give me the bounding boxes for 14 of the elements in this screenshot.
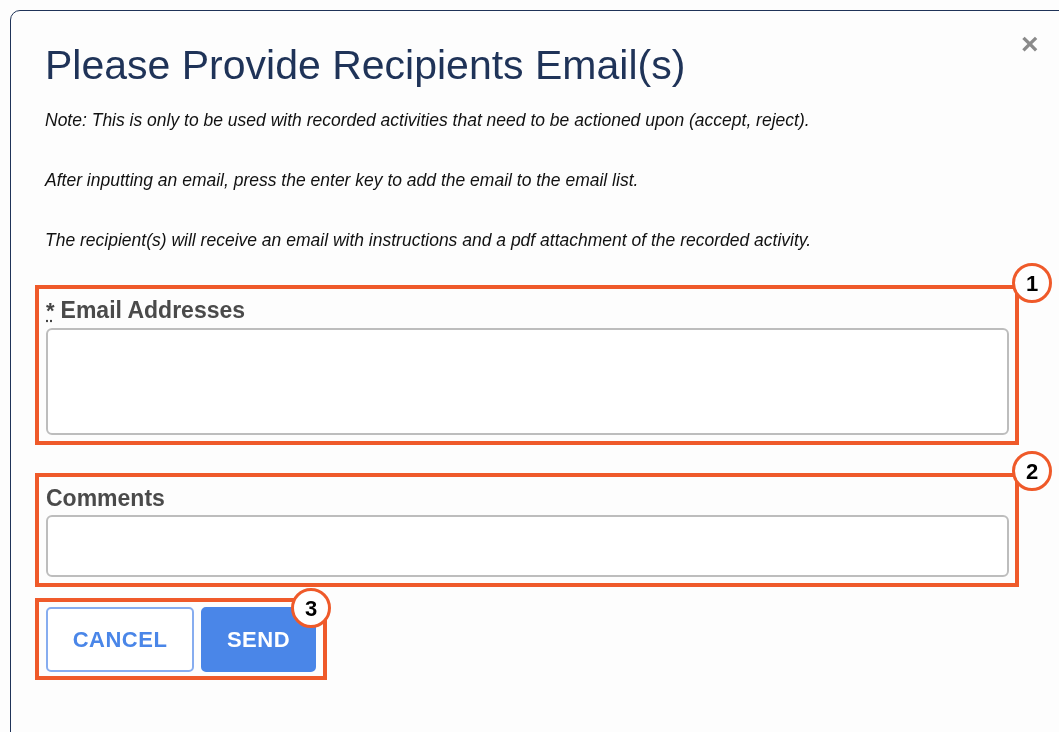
required-asterisk: *: [46, 297, 55, 325]
comments-field[interactable]: [46, 515, 1009, 577]
cancel-button[interactable]: CANCEL: [46, 607, 194, 672]
note-text: The recipient(s) will receive an email with instructions and a pdf attachment of the recorded activity.: [45, 229, 812, 251]
callout-badge: 2: [1012, 451, 1052, 491]
dialog-title: Please Provide Recipients Email(s): [45, 41, 686, 89]
note-text: Note: This is only to be used with recorded activities that need to be actioned upon (accept, reject).: [45, 109, 810, 131]
email-textarea[interactable]: [46, 328, 1009, 435]
close-button[interactable]: ×: [1021, 29, 1039, 59]
field-label: Email Addresses: [60, 296, 246, 325]
callout-badge: 1: [1012, 263, 1052, 303]
field-label: Comments: [46, 484, 165, 513]
callout-badge: 3: [291, 588, 331, 628]
note-text: After inputting an email, press the enter key to add the email to the email list.: [45, 169, 639, 191]
